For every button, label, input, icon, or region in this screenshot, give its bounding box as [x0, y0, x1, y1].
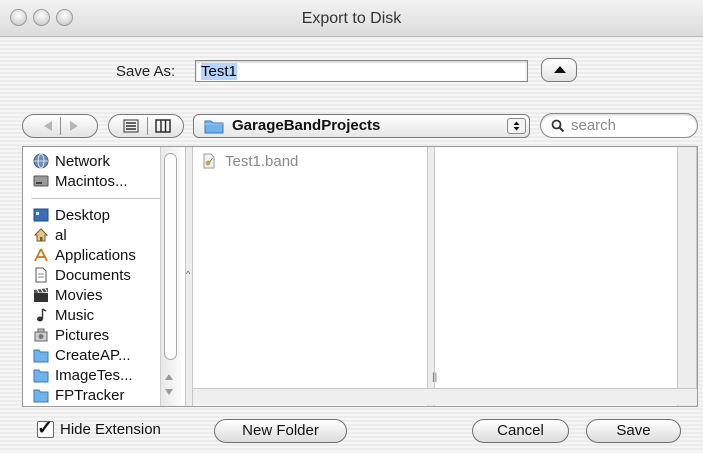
sidebar-item-createap[interactable]: CreateAP...	[33, 345, 131, 365]
applications-icon	[33, 247, 49, 263]
save-as-value: Test1	[201, 63, 237, 80]
sidebar: Network Macintos... Desktop al Applicati…	[23, 147, 185, 406]
column-divider[interactable]: ^	[185, 147, 193, 406]
sidebar-item-desktop[interactable]: Desktop	[33, 205, 110, 225]
folder-icon	[33, 347, 49, 363]
forward-arrow-icon[interactable]	[70, 121, 78, 131]
folder-icon	[204, 118, 224, 134]
new-folder-button[interactable]: New Folder	[214, 419, 347, 443]
scroll-down-arrow-icon[interactable]	[165, 389, 173, 395]
sidebar-item-documents[interactable]: Documents	[33, 265, 131, 285]
checkmark-icon: ✓	[37, 418, 53, 439]
sidebar-item-applications[interactable]: Applications	[33, 245, 136, 265]
location-popup[interactable]: GarageBandProjects	[193, 114, 530, 138]
search-field[interactable]: search	[540, 113, 698, 138]
scroll-up-arrow-icon[interactable]	[165, 374, 173, 380]
sidebar-item-movies[interactable]: Movies	[33, 285, 103, 305]
browser-right-scroller[interactable]	[677, 147, 697, 406]
file-item[interactable]: Test1.band	[201, 151, 298, 171]
column-view-icon[interactable]	[155, 119, 171, 133]
globe-icon	[33, 153, 49, 169]
search-placeholder: search	[571, 117, 617, 134]
folder-icon	[33, 367, 49, 383]
column-divider[interactable]	[427, 147, 435, 406]
updown-arrows-icon	[507, 118, 526, 134]
magnifier-icon	[551, 119, 565, 133]
location-popup-label: GarageBandProjects	[232, 117, 381, 134]
horizontal-scrollbar[interactable]	[193, 388, 697, 405]
clapperboard-icon	[33, 287, 49, 303]
title-bar: Export to Disk	[0, 0, 703, 37]
sidebar-item-fptracker[interactable]: FPTracker	[33, 385, 124, 405]
hard-drive-icon	[33, 173, 49, 189]
save-as-label: Save As:	[116, 63, 176, 80]
sidebar-divider	[31, 198, 179, 199]
column-resize-handle-icon[interactable]: ||	[432, 372, 437, 383]
triangle-up-icon	[554, 66, 566, 73]
sidebar-item-home[interactable]: al	[33, 225, 67, 245]
collapse-dialog-button[interactable]	[541, 58, 577, 82]
camera-icon	[33, 327, 49, 343]
file-browser: Network Macintos... Desktop al Applicati…	[22, 146, 698, 407]
view-mode-control	[108, 114, 184, 138]
home-icon	[33, 227, 49, 243]
list-view-icon[interactable]	[123, 119, 139, 133]
sidebar-scrollbar[interactable]	[160, 147, 181, 406]
sidebar-item-macintosh[interactable]: Macintos...	[33, 171, 128, 191]
back-arrow-icon[interactable]	[44, 121, 52, 131]
sidebar-item-pictures[interactable]: Pictures	[33, 325, 109, 345]
back-forward-control	[22, 114, 98, 138]
cancel-button[interactable]: Cancel	[472, 419, 569, 443]
caret-icon: ^	[186, 269, 191, 279]
hide-extension-checkbox[interactable]: ✓	[37, 418, 54, 439]
save-button[interactable]: Save	[586, 419, 681, 443]
folder-icon	[33, 387, 49, 403]
export-dialog: Export to Disk Save As: Test1 GarageBand…	[0, 0, 703, 453]
document-icon	[33, 267, 49, 283]
hide-extension-label: Hide Extension	[60, 421, 161, 438]
sidebar-item-imagetes[interactable]: ImageTes...	[33, 365, 133, 385]
save-as-input[interactable]: Test1	[195, 60, 528, 82]
window-title: Export to Disk	[301, 10, 402, 27]
band-file-icon	[201, 153, 217, 169]
music-note-icon	[33, 307, 49, 323]
sidebar-scroll-thumb[interactable]	[164, 153, 177, 360]
desktop-icon	[33, 207, 49, 223]
sidebar-item-music[interactable]: Music	[33, 305, 94, 325]
sidebar-item-network[interactable]: Network	[33, 151, 110, 171]
